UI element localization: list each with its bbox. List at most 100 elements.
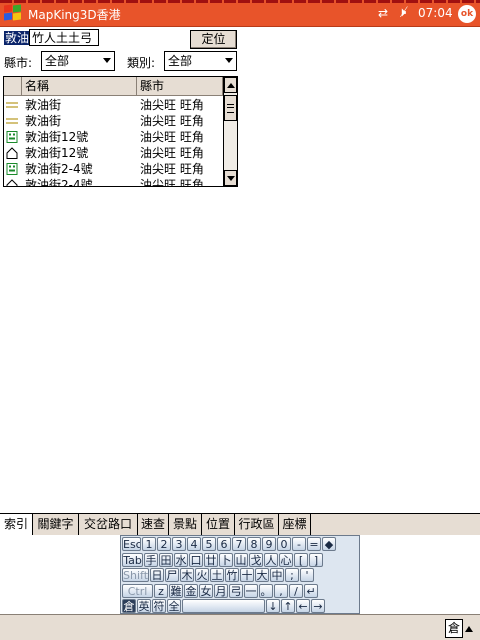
- keyboard-key[interactable]: 日: [150, 568, 164, 583]
- city-select[interactable]: 全部: [41, 51, 115, 71]
- keyboard-key[interactable]: ]: [309, 552, 323, 567]
- tab-2[interactable]: 關鍵字: [33, 514, 79, 535]
- list-item-city: 油尖旺 旺角: [140, 130, 204, 144]
- search-input[interactable]: [29, 29, 99, 46]
- keyboard-key[interactable]: 一: [244, 583, 258, 598]
- keyboard-key[interactable]: 田: [159, 552, 173, 567]
- column-header-city[interactable]: 縣市: [137, 77, 223, 96]
- clock[interactable]: 07:04: [418, 6, 453, 20]
- keyboard-key[interactable]: 難: [169, 583, 183, 598]
- list-item[interactable]: 敦油街12號 油尖旺 旺角: [4, 129, 223, 145]
- keyboard-key[interactable]: 1: [142, 537, 156, 551]
- keyboard-key[interactable]: Esc: [122, 537, 141, 551]
- input-method-button[interactable]: 倉: [445, 619, 463, 638]
- keyboard-key[interactable]: z: [154, 583, 168, 598]
- tab-5[interactable]: 景點: [169, 514, 202, 535]
- keyboard-key[interactable]: ;: [285, 568, 299, 583]
- keyboard-key[interactable]: 0: [277, 537, 291, 551]
- road-icon: [6, 115, 18, 127]
- keyboard-key[interactable]: 卜: [219, 552, 233, 567]
- keyboard-key[interactable]: 手: [144, 552, 158, 567]
- keyboard-key[interactable]: 大: [255, 568, 269, 583]
- tab-1[interactable]: 索引: [0, 514, 33, 535]
- windows-start-icon[interactable]: [4, 4, 24, 23]
- keyboard-key[interactable]: 尸: [165, 568, 179, 583]
- ok-button[interactable]: ok: [458, 5, 476, 23]
- keyboard-key[interactable]: 3: [172, 537, 186, 551]
- input-method-arrow-icon[interactable]: [465, 626, 473, 632]
- tab-6[interactable]: 位置: [202, 514, 235, 535]
- keyboard-key[interactable]: 土: [210, 568, 224, 583]
- tab-7[interactable]: 行政區: [235, 514, 279, 535]
- keyboard-key[interactable]: 金: [184, 583, 198, 598]
- header-icon-column[interactable]: [4, 77, 22, 96]
- keyboard-key[interactable]: 廿: [204, 552, 218, 567]
- keyboard-key[interactable]: 7: [232, 537, 246, 551]
- scroll-up-button[interactable]: [224, 77, 237, 93]
- keyboard-key[interactable]: 竹: [225, 568, 239, 583]
- locate-button[interactable]: 定位: [190, 30, 237, 49]
- keyboard-key[interactable]: 2: [157, 537, 171, 551]
- keyboard-key[interactable]: 心: [279, 552, 293, 567]
- keyboard-key[interactable]: ': [300, 568, 314, 583]
- house-icon: [6, 179, 18, 186]
- list-item-name: 敦油街: [25, 114, 62, 128]
- keyboard-key[interactable]: ◆: [322, 537, 336, 551]
- keyboard-key[interactable]: ,: [274, 583, 288, 598]
- keyboard-key[interactable]: Ctrl: [122, 583, 153, 598]
- list-item[interactable]: 敦油街2-4號 油尖旺 旺角: [4, 161, 223, 177]
- keyboard-key[interactable]: 山: [234, 552, 248, 567]
- keyboard-key[interactable]: 十: [240, 568, 254, 583]
- keyboard-key[interactable]: 英: [137, 599, 151, 614]
- keyboard-key[interactable]: 口: [189, 552, 203, 567]
- keyboard-key[interactable]: 9: [262, 537, 276, 551]
- space-key[interactable]: [182, 599, 265, 614]
- keyboard-key[interactable]: 火: [195, 568, 209, 583]
- tab-4[interactable]: 速查: [138, 514, 169, 535]
- list-item[interactable]: 敦油街 油尖旺 旺角: [4, 97, 223, 113]
- scrollbar[interactable]: [223, 77, 237, 186]
- keyboard-key[interactable]: ↵: [304, 583, 318, 598]
- keyboard-key[interactable]: 5: [202, 537, 216, 551]
- keyboard-key[interactable]: Tab: [122, 552, 143, 567]
- keyboard-key[interactable]: ↓: [266, 599, 280, 614]
- chevron-up-icon: [227, 83, 235, 88]
- keyboard-key[interactable]: -: [292, 537, 306, 551]
- tab-8[interactable]: 座標: [279, 514, 311, 535]
- keyboard-key[interactable]: /: [289, 583, 303, 598]
- keyboard-key[interactable]: 4: [187, 537, 201, 551]
- keyboard-key[interactable]: [: [294, 552, 308, 567]
- column-header-name[interactable]: 名稱: [22, 77, 137, 96]
- list-item[interactable]: 敦油街2-4號 油尖旺 旺角: [4, 177, 223, 186]
- keyboard-key[interactable]: 符: [152, 599, 166, 614]
- keyboard-key[interactable]: =: [307, 537, 321, 551]
- volume-muted-icon[interactable]: 🕨̸: [398, 5, 416, 21]
- keyboard-key[interactable]: 8: [247, 537, 261, 551]
- scroll-thumb[interactable]: [224, 95, 237, 121]
- keyboard-key[interactable]: 倉: [122, 599, 136, 614]
- keyboard-key[interactable]: 人: [264, 552, 278, 567]
- type-select-value: 全部: [168, 54, 193, 68]
- keyboard-key[interactable]: →: [311, 599, 325, 614]
- keyboard-key[interactable]: 女: [199, 583, 213, 598]
- result-list[interactable]: 名稱 縣市 敦油街 油尖旺 旺角 敦油街 油尖旺 旺角 敦油街12號 油尖旺 旺角 敦油街1…: [3, 76, 238, 187]
- tab-3[interactable]: 交岔路口: [79, 514, 138, 535]
- keyboard-key[interactable]: 月: [214, 583, 228, 598]
- list-item-name: 敦油街12號: [25, 146, 89, 160]
- keyboard-key[interactable]: Shift: [122, 568, 149, 583]
- keyboard-key[interactable]: ↑: [281, 599, 295, 614]
- scroll-down-button[interactable]: [224, 170, 237, 186]
- keyboard-key[interactable]: 木: [180, 568, 194, 583]
- list-item[interactable]: 敦油街 油尖旺 旺角: [4, 113, 223, 129]
- keyboard-key[interactable]: 戈: [249, 552, 263, 567]
- keyboard-key[interactable]: 。: [259, 583, 273, 598]
- keyboard-key[interactable]: 弓: [229, 583, 243, 598]
- keyboard-key[interactable]: 全: [167, 599, 181, 614]
- keyboard-key[interactable]: ←: [296, 599, 310, 614]
- connectivity-icon[interactable]: ⇄: [378, 6, 394, 22]
- type-select[interactable]: 全部: [164, 51, 237, 71]
- keyboard-key[interactable]: 中: [270, 568, 284, 583]
- list-item[interactable]: 敦油街12號 油尖旺 旺角: [4, 145, 223, 161]
- keyboard-key[interactable]: 水: [174, 552, 188, 567]
- keyboard-key[interactable]: 6: [217, 537, 231, 551]
